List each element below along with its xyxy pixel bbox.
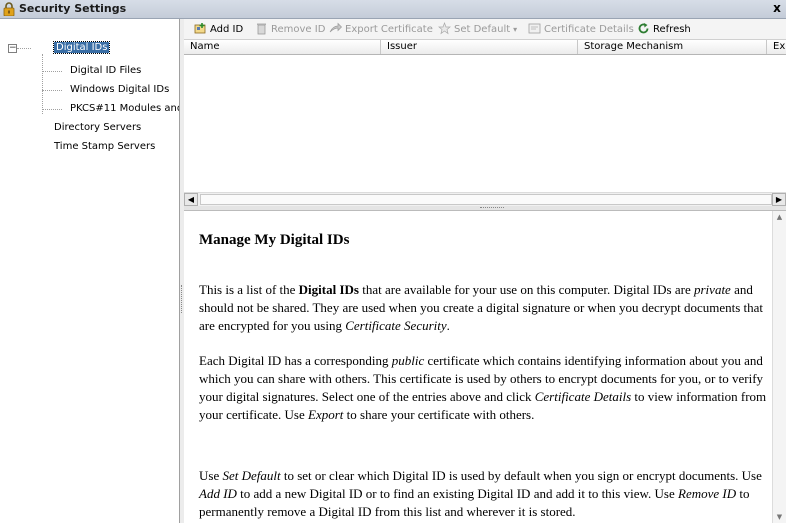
- close-button[interactable]: x: [770, 1, 784, 16]
- help-document: Manage My Digital IDs This is a list of …: [184, 211, 772, 523]
- tree-item-label: Digital IDs: [52, 41, 111, 54]
- column-headers: Name Issuer Storage Mechanism Ex: [184, 40, 786, 55]
- tree-connector: [42, 109, 62, 110]
- toolbar: Add ID Remove ID Export Certificate Set …: [184, 19, 786, 40]
- tree-item-directory-servers[interactable]: Directory Servers: [54, 122, 141, 133]
- trash-icon: [257, 23, 266, 35]
- digital-ids-list[interactable]: [184, 55, 786, 192]
- column-header-storage-mechanism[interactable]: Storage Mechanism: [578, 40, 767, 54]
- certificate-details-label: Certificate Details: [544, 24, 634, 35]
- refresh-icon: [638, 23, 649, 34]
- help-paragraph-2: Each Digital ID has a corresponding publ…: [199, 353, 767, 422]
- vertical-scrollbar[interactable]: ▲ ▼: [772, 211, 786, 523]
- add-id-icon: [194, 23, 206, 34]
- help-paragraph-3: Use Set Default to set or clear which Di…: [199, 468, 762, 519]
- window-title: Security Settings: [19, 2, 127, 15]
- tree-connector: [42, 54, 43, 114]
- help-paragraph-1: This is a list of the Digital IDs that a…: [199, 282, 764, 333]
- set-default-button[interactable]: Set Default ▾: [438, 22, 517, 37]
- set-default-label: Set Default: [454, 24, 511, 35]
- scrollbar-thumb[interactable]: [200, 194, 772, 205]
- tree-connector: [42, 71, 62, 72]
- tree-item-label: Windows Digital IDs: [70, 84, 170, 95]
- navigation-tree: − Digital IDs Digital ID Files Windows D…: [0, 19, 180, 523]
- refresh-button[interactable]: Refresh: [637, 22, 691, 37]
- remove-id-button[interactable]: Remove ID: [255, 22, 325, 37]
- tree-item-label: Directory Servers: [54, 122, 142, 133]
- tree-item-label: Time Stamp Servers: [54, 141, 156, 152]
- column-header-name[interactable]: Name: [184, 40, 381, 54]
- tree-item-time-stamp-servers[interactable]: Time Stamp Servers: [54, 141, 155, 152]
- column-header-issuer[interactable]: Issuer: [381, 40, 578, 54]
- scroll-right-arrow[interactable]: ▶: [772, 193, 786, 206]
- tree-connector: [42, 90, 62, 91]
- tree-item-windows-digital-ids[interactable]: Windows Digital IDs: [70, 84, 169, 95]
- tree-item-label: PKCS#11 Modules and T: [70, 103, 179, 114]
- scroll-up-arrow[interactable]: ▲: [773, 211, 786, 223]
- tree-item-label: Digital ID Files: [70, 65, 142, 76]
- tree-item-digital-ids[interactable]: Digital IDs: [52, 41, 111, 54]
- remove-id-label: Remove ID: [271, 24, 326, 35]
- scroll-down-arrow[interactable]: ▼: [773, 511, 786, 523]
- add-id-label: Add ID: [210, 24, 244, 35]
- tree-item-pkcs11-modules[interactable]: PKCS#11 Modules and T: [70, 103, 179, 114]
- export-certificate-button[interactable]: Export Certificate: [329, 22, 433, 37]
- security-settings-window: − Digital IDs Digital ID Files Windows D…: [0, 19, 786, 523]
- lock-icon: [3, 2, 15, 16]
- collapse-icon[interactable]: −: [8, 44, 17, 53]
- main-panel: Add ID Remove ID Export Certificate Set …: [184, 19, 786, 523]
- add-id-button[interactable]: Add ID: [194, 22, 243, 37]
- certificate-icon: [528, 23, 541, 34]
- horizontal-scrollbar[interactable]: ◀ ▶: [184, 192, 786, 206]
- scroll-left-arrow[interactable]: ◀: [184, 193, 198, 206]
- refresh-label: Refresh: [653, 24, 691, 35]
- chevron-down-icon: ▾: [513, 25, 518, 34]
- star-icon: [438, 22, 451, 35]
- help-heading: Manage My Digital IDs: [199, 232, 350, 248]
- splitter-grip[interactable]: [480, 207, 504, 210]
- certificate-details-button[interactable]: Certificate Details: [528, 22, 634, 37]
- window-titlebar: Security Settings x: [0, 0, 786, 19]
- export-certificate-label: Export Certificate: [345, 24, 433, 35]
- tree-connector: [17, 48, 31, 49]
- tree-item-digital-id-files[interactable]: Digital ID Files: [70, 65, 141, 76]
- column-header-expires[interactable]: Ex: [767, 40, 786, 54]
- export-arrow-icon: [329, 22, 342, 33]
